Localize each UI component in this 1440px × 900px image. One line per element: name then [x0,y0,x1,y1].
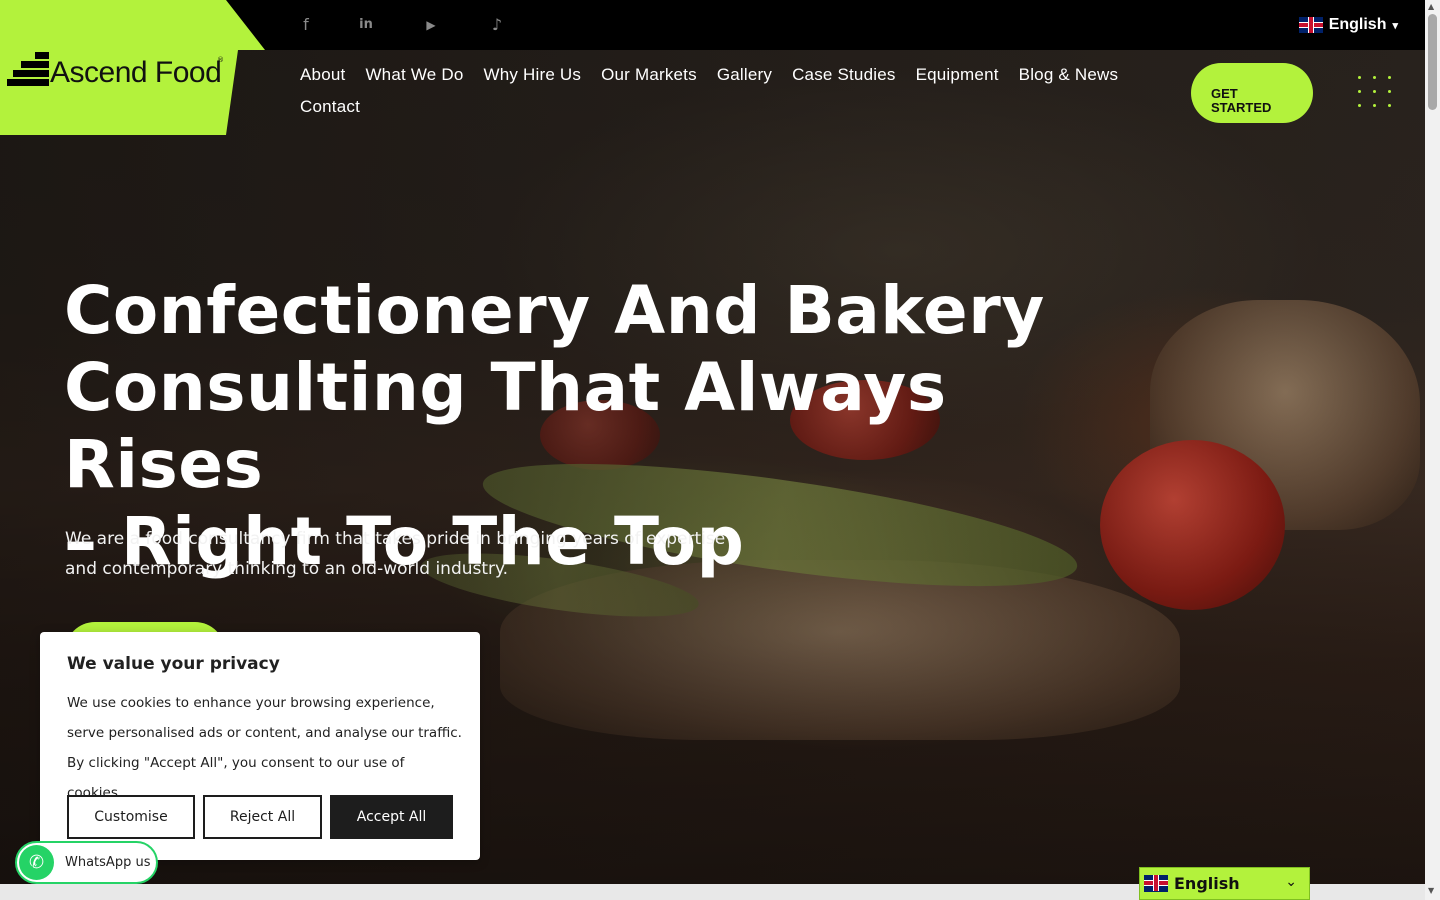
uk-flag-icon [1144,875,1168,892]
nav-contact[interactable]: Contact [300,96,360,118]
youtube-icon[interactable]: ▶ [421,14,441,36]
nav-case-studies[interactable]: Case Studies [792,64,896,86]
dots-menu-icon[interactable] [1358,76,1392,110]
hero-headline-line2: Consulting That Always Rises [64,349,947,503]
whatsapp-button[interactable]: ✆ WhatsApp us [15,841,158,884]
language-widget-label: English [1174,874,1240,893]
get-started-line2: STARTED [1211,100,1272,115]
scrollbar-thumb[interactable] [1428,14,1437,110]
tiktok-icon[interactable]: ♪ [487,14,507,36]
cookie-title: We value your privacy [67,654,280,674]
nav-equipment[interactable]: Equipment [916,64,999,86]
chevron-down-icon: ⌄ [1285,874,1297,890]
site-logo[interactable]: Ascend Food ® [0,0,265,135]
hero-subtext-line2: and contemporary thinking to an old-worl… [65,559,509,579]
accept-all-button[interactable]: Accept All [330,795,453,839]
nav-why-hire-us[interactable]: Why Hire Us [484,64,582,86]
uk-flag-icon [1298,17,1323,33]
hero-subtext-line1: We are a food consultancy firm that take… [65,529,726,549]
reject-all-button[interactable]: Reject All [203,795,322,839]
nav-gallery[interactable]: Gallery [717,64,772,86]
nav-about[interactable]: About [300,64,345,86]
customise-button[interactable]: Customise [67,795,195,839]
caret-down-icon: ▾ [1392,19,1398,32]
cookie-text-line2: serve personalised ads or content, and a… [67,725,462,741]
whatsapp-label: WhatsApp us [65,855,151,870]
nav-our-markets[interactable]: Our Markets [601,64,697,86]
logo-text: Ascend Food [50,56,222,89]
language-switcher-widget[interactable]: English ⌄ [1139,867,1310,900]
get-started-line1: GET [1211,86,1238,101]
cookie-consent-banner: We value your privacy We use cookies to … [40,632,480,860]
get-started-button[interactable]: GET STARTED [1191,63,1313,123]
nav-what-we-do[interactable]: What We Do [365,64,463,86]
linkedin-icon[interactable]: in [356,14,376,36]
nav-blog-news[interactable]: Blog & News [1019,64,1119,86]
language-label: English [1328,16,1387,33]
page-scrollbar[interactable]: ▲ ▼ [1425,0,1440,900]
hero-headline-line1: Confectionery And Bakery [64,272,1045,349]
cookie-description: We use cookies to enhance your browsing … [67,688,462,808]
whatsapp-icon: ✆ [19,845,54,880]
language-selector-top[interactable]: English ▾ [1298,16,1398,34]
scroll-down-arrow-icon[interactable]: ▼ [1428,886,1434,895]
facebook-icon[interactable]: f [296,14,316,36]
hero-subtext: We are a food consultancy firm that take… [65,524,745,584]
logo-registered-mark: ® [217,56,224,64]
scroll-up-arrow-icon[interactable]: ▲ [1428,2,1434,11]
cookie-text-line1: We use cookies to enhance your browsing … [67,695,435,711]
main-navigation: About What We Do Why Hire Us Our Markets… [300,64,1160,118]
logo-steps-icon [7,52,49,86]
